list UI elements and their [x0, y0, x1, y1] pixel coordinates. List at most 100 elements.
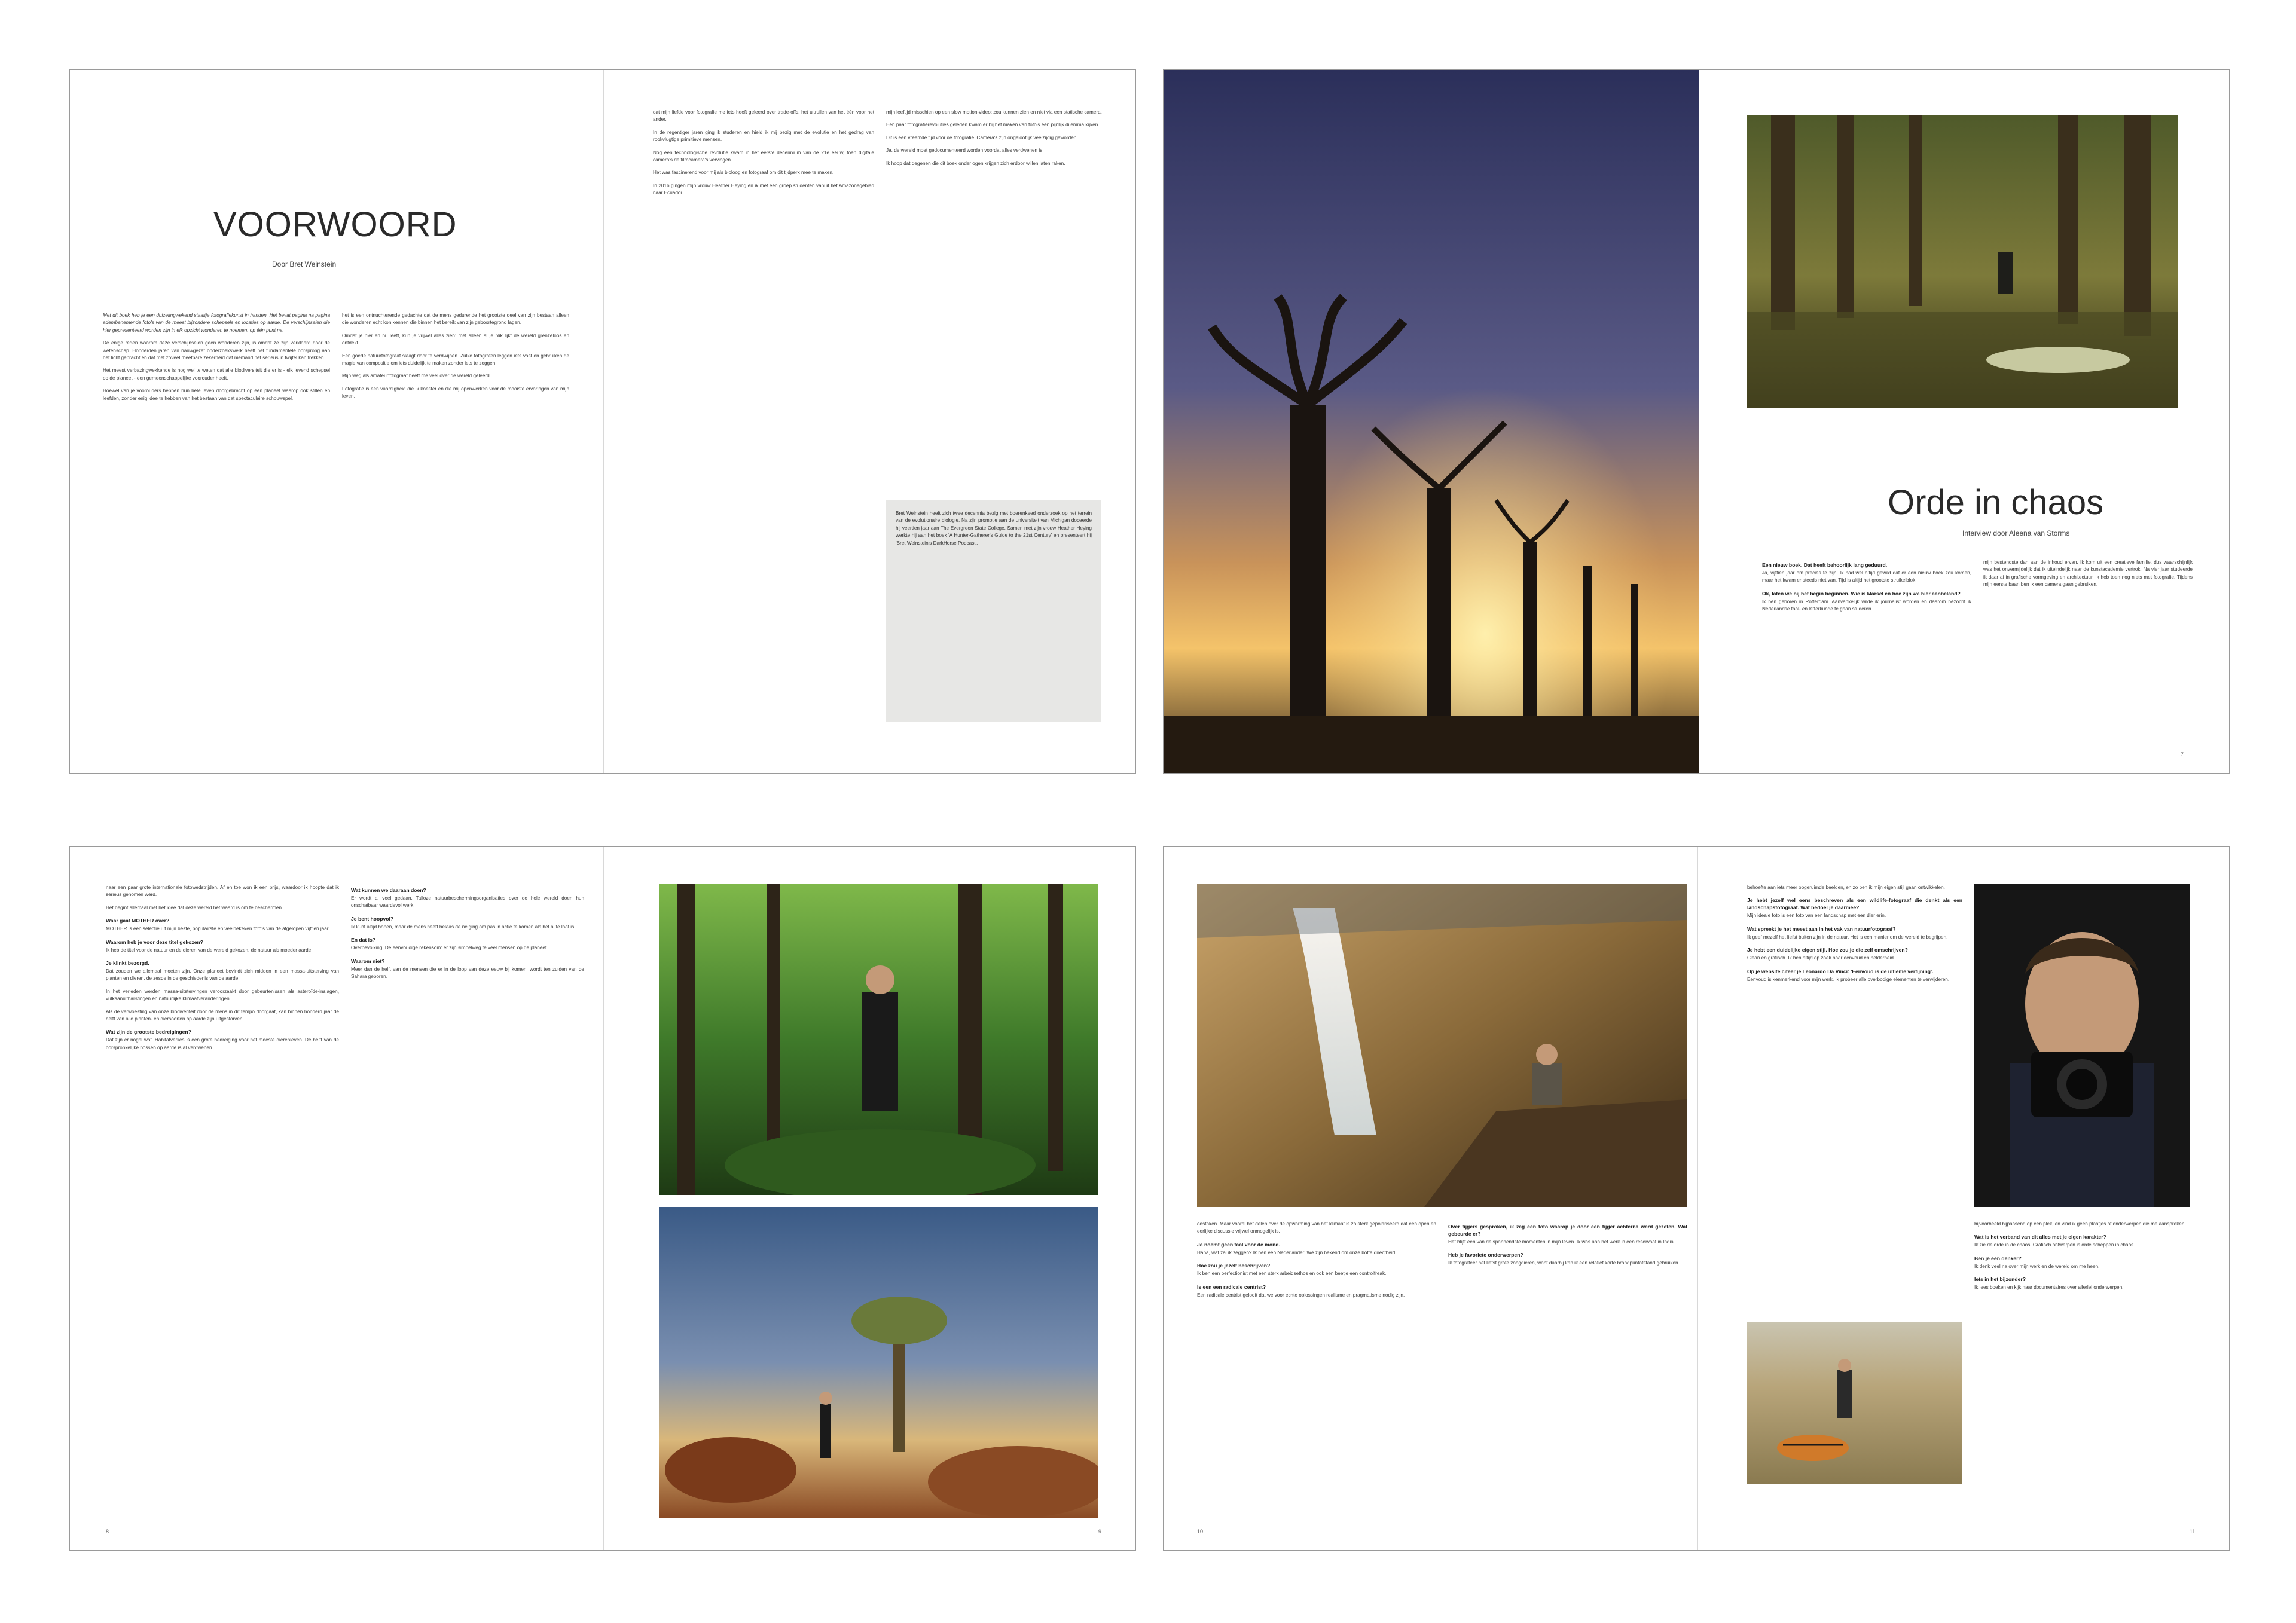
answer: Ik ben geboren in Rotterdam. Aanvankelij…: [1762, 598, 1971, 612]
answer: Als de verwoesting van onze biodiveritei…: [106, 1008, 339, 1022]
paragraph: Dit is een vreemde tijd voor de fotograf…: [886, 135, 1078, 140]
spread-interview-pages-10-11: oostaken. Maar vooral het delen over de …: [1163, 846, 2230, 1551]
interview-column-1: naar een paar grote internationale fotow…: [106, 884, 339, 1057]
answer: Ik lees boeken en kijk naar documentaire…: [1974, 1285, 2124, 1291]
text-column-3: dat mijn liefde voor fotografie me iets …: [653, 109, 874, 203]
page-title: VOORWOORD: [213, 205, 457, 244]
text-column-1: Met dit boek heb je een duizelingwekend …: [103, 312, 330, 408]
paragraph: Omdat je hier en nu leeft, kun je vrijwe…: [342, 332, 569, 346]
paragraph: oostaken. Maar vooral het delen over de …: [1197, 1221, 1436, 1234]
interview-column-2: mijn bestendste dan aan de inhoud ervan.…: [1983, 559, 2193, 594]
answer: MOTHER is een selectie uit mijn beste, p…: [106, 926, 330, 932]
interview-column-2: Wat kunnen we daaraan doen? Er wordt al …: [351, 884, 584, 986]
paragraph: Fotografie is een vaardigheid die ik koe…: [342, 386, 569, 399]
answer: Ik ben een perfectionist met een sterk a…: [1197, 1271, 1387, 1277]
spine: [603, 847, 604, 1550]
question: En dat is?: [351, 937, 376, 943]
page-number-left: 8: [106, 1529, 109, 1535]
paragraph: mijn leeftijd misschien op een slow moti…: [886, 109, 1102, 115]
question: Heb je favoriete onderwerpen?: [1448, 1252, 1523, 1258]
interview-column-2: Over tijgers gesproken, ik zag een foto …: [1448, 1221, 1687, 1273]
paragraph: Het meest verbazingwekkende is nog wel t…: [103, 368, 330, 381]
text-column-4: mijn leeftijd misschien op een slow moti…: [886, 109, 1107, 173]
spine: [1697, 847, 1698, 1550]
answer: Haha, wat zal ik zeggen? Ik ben een Nede…: [1197, 1249, 1397, 1255]
paragraph: Mijn weg als amateurfotograaf heeft me v…: [342, 373, 491, 379]
page-number: 7: [2181, 751, 2184, 757]
spread-orde-in-chaos: Orde in chaos Interview door Aleena van …: [1163, 69, 2230, 774]
interview-column-1: Een nieuw boek. Dat heeft behoorlijk lan…: [1762, 559, 1971, 619]
question: Ben je een denker?: [1974, 1255, 2022, 1261]
answer: Er wordt al veel gedaan. Talloze natuurb…: [351, 895, 584, 909]
paragraph: In de regentiger jaren ging ik studeren …: [653, 129, 874, 143]
paragraph: Het begint allemaal met het idee dat dez…: [106, 904, 283, 910]
interview-column-4: bijvoorbeeld bijpassend op een plek, en …: [1974, 1221, 2190, 1297]
question: Waarom heb je voor deze titel gekozen?: [106, 939, 203, 945]
lead-paragraph: Met dit boek heb je een duizelingwekend …: [103, 313, 330, 333]
page-title: Orde in chaos: [1888, 483, 2104, 522]
paragraph: het is een ontnuchterende gedachte dat d…: [342, 313, 569, 326]
answer: Dat zijn er nogal wat. Habitatverlies is…: [106, 1037, 339, 1050]
paragraph: Nog een technologische revolutie kwam in…: [653, 149, 874, 163]
answer: In het verleden werden massa-uitsterving…: [106, 988, 339, 1002]
interview-column-3: behoefte aan iets meer opgeruimde beelde…: [1747, 884, 1962, 989]
tiger-chase-photo: [1747, 1322, 1962, 1484]
answer: Ik geef mezelf het liefst buiten zijn in…: [1747, 934, 1948, 940]
page-number-right: 11: [2190, 1529, 2196, 1535]
question: Je hebt jezelf wel eens beschreven als e…: [1747, 897, 1962, 911]
paragraph: behoefte aan iets meer opgeruimde beelde…: [1747, 885, 1945, 890]
photographer-portrait-photo: [1974, 884, 2190, 1207]
question: Je noemt geen taal voor de mond.: [1197, 1241, 1280, 1248]
swamp-kayak-photo: [1747, 115, 2178, 408]
question: Je klinkt bezorgd.: [106, 960, 149, 967]
answer: Eenvoud is kenmerkend voor mijn werk. Ik…: [1747, 976, 1950, 982]
paragraph: Een goede natuurfotograaf slaagt door te…: [342, 353, 569, 366]
quiver-tree-photo: [659, 1207, 1098, 1518]
paragraph: mijn bestendste dan aan de inhoud ervan.…: [1983, 560, 2193, 588]
question: Wat spreekt je het meest aan in het vak …: [1747, 925, 1896, 932]
question: Waarom niet?: [351, 958, 385, 964]
paragraph: Een paar fotografierevoluties geleden kw…: [886, 122, 1100, 128]
answer: Ja, vijftien jaar om precies te zijn. Ik…: [1762, 570, 1971, 583]
question: Wat is het verband van dit alles met je …: [1974, 1234, 2106, 1240]
question: Een nieuw boek. Dat heeft behoorlijk lan…: [1762, 562, 1888, 568]
paragraph: naar een paar grote internationale fotow…: [106, 885, 339, 898]
author-bio-box: Bret Weinstein heeft zich twee decennia …: [886, 500, 1101, 722]
answer: Een radicale centrist gelooft dat we voo…: [1197, 1292, 1405, 1298]
paragraph: In 2016 gingen mijn vrouw Heather Heying…: [653, 182, 874, 196]
answer: Ik denk veel na over mijn werk en de wer…: [1974, 1263, 2100, 1269]
paragraph: Ik hoop dat degenen die dit boek onder o…: [886, 160, 1065, 166]
answer: Dat zouden we allemaal moeten zijn. Onze…: [106, 968, 339, 982]
question: Wat zijn de grootste bedreigingen?: [106, 1029, 191, 1035]
baobab-sunset-photo: [1164, 70, 1699, 773]
forest-photographer-photo: [659, 884, 1098, 1195]
question: Ok, laten we bij het begin beginnen. Wie…: [1762, 590, 1961, 597]
question: Je hebt een duidelijke eigen stijl. Hoe …: [1747, 947, 1908, 953]
question: Op je website citeer je Leonardo Da Vinc…: [1747, 968, 1934, 974]
paragraph: bijvoorbeeld bijpassend op een plek, en …: [1974, 1221, 2186, 1227]
page-number-right: 9: [1098, 1529, 1102, 1535]
spread-voorwoord: VOORWOORD Door Bret Weinstein Met dit bo…: [69, 69, 1136, 774]
text-column-2: het is een ontnuchterende gedachte dat d…: [342, 312, 569, 406]
answer: Ik heb de titel voor de natuur en de die…: [106, 947, 313, 953]
paragraph: dat mijn liefde voor fotografie me iets …: [653, 109, 874, 123]
page-number-left: 10: [1197, 1529, 1204, 1535]
question: Hoe zou je jezelf beschrijven?: [1197, 1263, 1271, 1269]
question: Iets in het bijzonder?: [1974, 1276, 2026, 1283]
question: Je bent hoopvol?: [351, 915, 394, 922]
answer: Mijn ideale foto is een foto van een lan…: [1747, 913, 1886, 919]
question: Waar gaat MOTHER over?: [106, 918, 170, 924]
answer: Meer dan de helft van de mensen die er i…: [351, 966, 584, 980]
answer: Clean en grafisch. Ik ben altijd op zoek…: [1747, 955, 1895, 961]
paragraph: Het was fascinerend voor mij als bioloog…: [653, 170, 834, 176]
paragraph: De enige reden waarom deze verschijnsele…: [103, 340, 330, 361]
question: Is een een radicale centrist?: [1197, 1283, 1266, 1290]
byline: Door Bret Weinstein: [272, 260, 337, 268]
question: Over tijgers gesproken, ik zag een foto …: [1448, 1224, 1687, 1237]
question: Wat kunnen we daaraan doen?: [351, 887, 426, 893]
interview-column-1: oostaken. Maar vooral het delen over de …: [1197, 1221, 1436, 1304]
answer: Ik kunt altijd hopen, maar de mens heeft…: [351, 924, 576, 930]
spread-interview-pages-8-9: naar een paar grote internationale fotow…: [69, 846, 1136, 1551]
byline: Interview door Aleena van Storms: [1962, 529, 2070, 537]
answer: Ik zie de orde in de chaos. Grafisch ont…: [1974, 1242, 2135, 1248]
